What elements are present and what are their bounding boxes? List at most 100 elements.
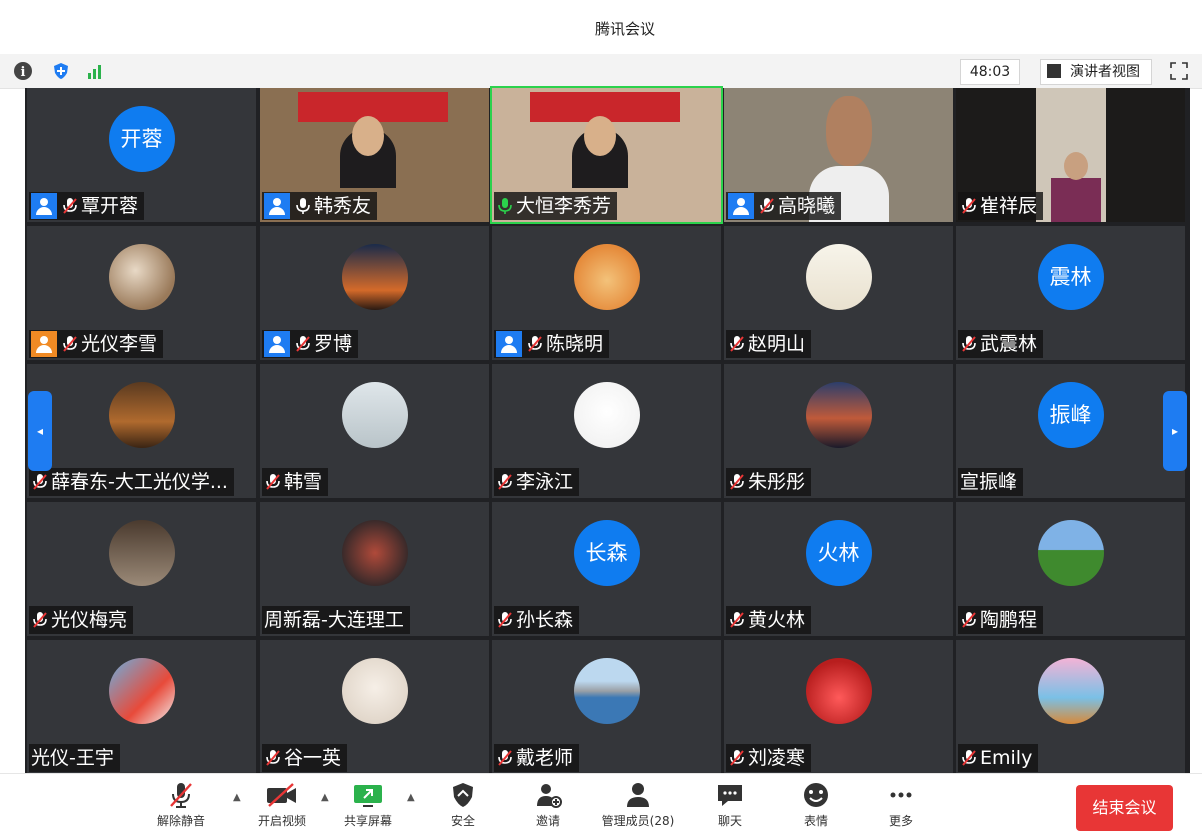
participant-tile[interactable]: 李泳江	[492, 364, 721, 498]
participant-label: 光仪李雪	[29, 330, 164, 358]
window-title: 腾讯会议	[594, 20, 655, 38]
participant-label: 光仪-王宇	[29, 744, 120, 772]
mic-muted-icon	[960, 748, 978, 768]
status-bar: i 48:03 演讲者视图	[0, 54, 1202, 89]
more-icon	[881, 780, 921, 810]
participant-tile[interactable]: 振峰宣振峰	[956, 364, 1185, 498]
invite-button[interactable]: 邀请	[528, 780, 568, 829]
participant-tile[interactable]: 光仪梅亮	[27, 502, 256, 636]
participant-tile[interactable]: 光仪李雪	[27, 226, 256, 360]
participant-tile[interactable]: 朱彤彤	[724, 364, 953, 498]
video-options-caret[interactable]: ▲	[321, 792, 329, 803]
participant-name: 崔祥辰	[980, 195, 1038, 217]
participant-label: 光仪梅亮	[29, 606, 134, 634]
security-button[interactable]: 安全	[443, 780, 483, 829]
prev-page-button[interactable]: ◂	[28, 391, 52, 471]
participant-label: 武震林	[958, 330, 1044, 358]
participant-name: 高晓曦	[778, 195, 836, 217]
participant-tile[interactable]: 高晓曦	[724, 88, 953, 222]
info-icon[interactable]: i	[14, 62, 32, 80]
participant-tile[interactable]: 崔祥辰	[956, 88, 1185, 222]
participant-label: 罗博	[262, 330, 359, 358]
more-button[interactable]: 更多	[881, 780, 921, 829]
share-screen-label: 共享屏幕	[343, 814, 392, 828]
participant-name: 朱彤彤	[748, 471, 806, 493]
participant-tile[interactable]: 火林 黄火林	[724, 502, 953, 636]
unmute-button[interactable]: 解除静音	[152, 780, 210, 829]
participant-tile[interactable]: 陶鹏程	[956, 502, 1185, 636]
participant-label: Emily	[958, 744, 1039, 772]
video-grid: 开蓉 覃开蓉 韩秀友 大恒李秀芳高晓曦 崔祥辰光仪李雪 罗博 陈晓明 赵明山 震林 武震林薛春东-…	[25, 86, 1190, 774]
participant-name: 戴老师	[516, 747, 574, 769]
participant-tile[interactable]: 谷一英	[260, 640, 489, 774]
participant-tile[interactable]: 罗博	[260, 226, 489, 360]
participant-tile[interactable]: 大恒李秀芳	[490, 86, 723, 224]
mic-muted-icon	[496, 610, 514, 630]
host-badge-icon	[31, 331, 57, 357]
manage-members-button[interactable]: 管理成员(28)	[594, 780, 682, 829]
participant-tile[interactable]: 开蓉 覃开蓉	[27, 88, 256, 222]
shield-icon	[443, 780, 483, 810]
mic-muted-icon	[728, 610, 746, 630]
participant-name: 宣振峰	[960, 471, 1018, 493]
next-page-button[interactable]: ▸	[1163, 391, 1187, 471]
participant-tile[interactable]: 韩秀友	[260, 88, 489, 222]
start-video-button[interactable]: 开启视频	[252, 780, 312, 829]
participant-label: 韩秀友	[262, 192, 378, 220]
reactions-button[interactable]: 表情	[796, 780, 836, 829]
mic-icon	[294, 196, 312, 216]
participant-label: 陈晓明	[494, 330, 610, 358]
shield-icon[interactable]	[52, 62, 70, 80]
participant-tile[interactable]: 周新磊-大连理工	[260, 502, 489, 636]
mic-muted-icon	[758, 196, 776, 216]
avatar	[1037, 520, 1104, 586]
participant-tile[interactable]: 震林 武震林	[956, 226, 1185, 360]
audio-options-caret[interactable]: ▲	[233, 792, 241, 803]
participant-tile[interactable]: 陈晓明	[492, 226, 721, 360]
avatar: 振峰	[1037, 382, 1104, 448]
participant-label: 覃开蓉	[29, 192, 145, 220]
bottom-toolbar: 解除静音 ▲ 开启视频 ▲ 共享屏幕 ▲ 安全 邀请 管理成员(28) 聊天 表…	[0, 773, 1202, 839]
speaker-view-label: 演讲者视图	[1070, 64, 1140, 80]
participant-label: 李泳江	[494, 468, 580, 496]
participant-tile[interactable]: 赵明山	[724, 226, 953, 360]
mic-muted-icon	[728, 472, 746, 492]
host-badge-icon	[31, 193, 57, 219]
avatar	[805, 658, 872, 724]
fullscreen-icon[interactable]	[1170, 62, 1188, 80]
avatar	[1037, 658, 1104, 724]
participant-name: 光仪-王宇	[31, 747, 114, 769]
avatar	[573, 382, 640, 448]
host-badge-icon	[728, 193, 754, 219]
participant-tile[interactable]: 刘凌寒	[724, 640, 953, 774]
host-badge-icon	[496, 331, 522, 357]
mic-muted-icon	[294, 334, 312, 354]
participant-tile[interactable]: 光仪-王宇	[27, 640, 256, 774]
avatar	[108, 244, 175, 310]
avatar	[108, 520, 175, 586]
signal-icon[interactable]	[86, 62, 104, 80]
avatar	[108, 658, 175, 724]
participant-tile[interactable]: 戴老师	[492, 640, 721, 774]
end-meeting-button[interactable]: 结束会议	[1076, 785, 1173, 831]
share-screen-button[interactable]: 共享屏幕	[338, 780, 398, 829]
participant-label: 赵明山	[726, 330, 812, 358]
share-options-caret[interactable]: ▲	[407, 792, 415, 803]
mic-muted-icon	[728, 334, 746, 354]
chat-button[interactable]: 聊天	[710, 780, 750, 829]
participant-tile[interactable]: 长森 孙长森	[492, 502, 721, 636]
participant-label: 朱彤彤	[726, 468, 812, 496]
members-icon	[594, 780, 682, 810]
participant-name: 陈晓明	[546, 333, 604, 355]
participant-tile[interactable]: 薛春东-大工光仪学...	[27, 364, 256, 498]
participant-name: 光仪梅亮	[51, 609, 128, 631]
participant-tile[interactable]: Emily	[956, 640, 1185, 774]
participant-label: 薛春东-大工光仪学...	[29, 468, 234, 496]
camera-off-icon	[252, 780, 312, 810]
participant-name: 孙长森	[516, 609, 574, 631]
participant-tile[interactable]: 韩雪	[260, 364, 489, 498]
mic-muted-icon	[264, 748, 282, 768]
participant-name: 光仪李雪	[81, 333, 158, 355]
speaker-view-button[interactable]: 演讲者视图	[1040, 59, 1152, 85]
avatar	[805, 382, 872, 448]
